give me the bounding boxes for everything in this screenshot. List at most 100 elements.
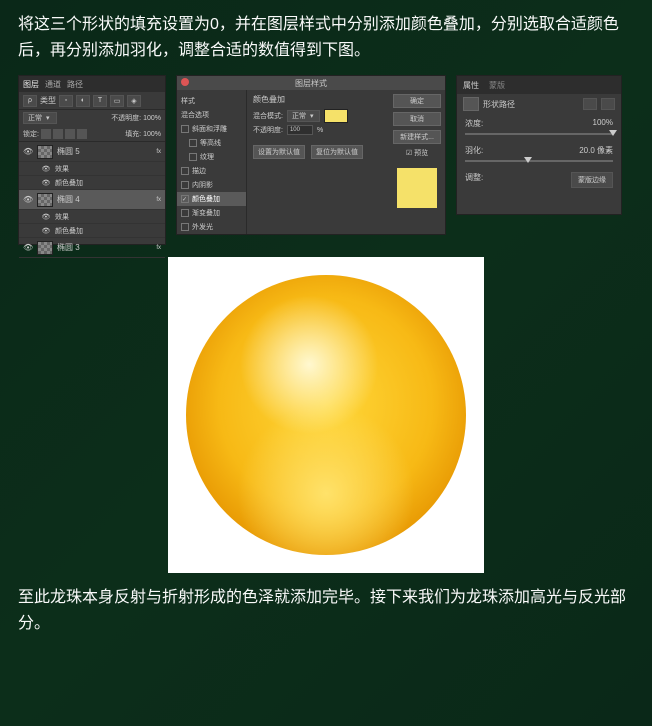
tab-layers[interactable]: 图层: [23, 79, 39, 90]
pixel-mask-icon[interactable]: [583, 98, 597, 110]
style-item[interactable]: 斜面和浮雕: [177, 122, 246, 136]
set-default-button[interactable]: 设置为默认值: [253, 145, 305, 159]
layer-style-dialog: 图层样式 样式 混合选项 斜面和浮雕 等高线 纹理 描边 内阴影 颜色叠加 渐变…: [176, 75, 446, 235]
style-item[interactable]: 描边: [177, 164, 246, 178]
opacity-value[interactable]: 100%: [143, 115, 161, 122]
style-list: 样式 混合选项 斜面和浮雕 等高线 纹理 描边 内阴影 颜色叠加 渐变叠加 外发…: [177, 90, 247, 234]
style-preview-swatch: [397, 168, 437, 208]
opacity-input[interactable]: 100: [287, 125, 313, 135]
close-icon[interactable]: [181, 78, 189, 86]
dialog-titlebar: 图层样式: [177, 76, 445, 90]
pct-label: %: [317, 127, 323, 134]
dialog-actions: 确定 取消 新建样式... ☑ 预览: [389, 90, 445, 234]
refine-row: 调整: 蒙版边缘: [457, 168, 621, 192]
layer-name: 椭圆 4: [57, 194, 80, 205]
filter-smart-icon[interactable]: ◈: [127, 95, 141, 107]
properties-panel: 属性 蒙版 形状路径 浓度: 100% 羽化: 20.0 像素: [456, 75, 622, 215]
density-row: 浓度: 100%: [457, 114, 621, 141]
layer-thumb: [37, 193, 53, 207]
intro-paragraph: 将这三个形状的填充设置为0，并在图层样式中分别添加颜色叠加，分别选取合适颜色后，…: [0, 0, 652, 71]
filter-pixel-icon[interactable]: ▫: [59, 95, 73, 107]
style-item[interactable]: 内阴影: [177, 178, 246, 192]
style-item[interactable]: 样式: [177, 94, 246, 108]
filter-shape-icon[interactable]: ▭: [110, 95, 124, 107]
blend-mode-select[interactable]: 正常▾: [287, 110, 321, 122]
visibility-icon[interactable]: 👁: [23, 243, 33, 252]
new-style-button[interactable]: 新建样式...: [393, 130, 441, 144]
dialog-title-text: 图层样式: [295, 78, 327, 89]
ok-button[interactable]: 确定: [393, 94, 441, 108]
layer-item[interactable]: 👁 椭圆 3 fx: [19, 238, 165, 258]
filter-type-icon[interactable]: T: [93, 95, 107, 107]
style-item[interactable]: 纹理: [177, 150, 246, 164]
dragon-ball-sphere: [186, 275, 466, 555]
layer-item[interactable]: 👁 椭圆 4 fx: [19, 190, 165, 210]
mask-edge-button[interactable]: 蒙版边缘: [571, 172, 613, 188]
reset-default-button[interactable]: 复位为默认值: [311, 145, 363, 159]
lock-pixel-icon[interactable]: [53, 129, 63, 139]
result-preview: [168, 257, 484, 573]
layer-effect-item[interactable]: 👁 效果: [19, 210, 165, 224]
effect-label: 颜色叠加: [55, 178, 83, 188]
style-settings: 颜色叠加 混合模式: 正常▾ 不透明度: 100 % 设置为默认值 复位为默认值: [247, 90, 389, 234]
effect-label: 颜色叠加: [55, 226, 83, 236]
tab-paths[interactable]: 路径: [67, 79, 83, 90]
visibility-icon[interactable]: 👁: [23, 195, 33, 204]
effect-label: 效果: [55, 164, 69, 174]
filter-adjust-icon[interactable]: ◐: [76, 95, 90, 107]
density-value[interactable]: 100%: [593, 118, 613, 129]
tab-channels[interactable]: 通道: [45, 79, 61, 90]
layer-effect-item[interactable]: 👁 效果: [19, 162, 165, 176]
layers-panel: 图层 通道 路径 ρ 类型 ▫ ◐ T ▭ ◈ 正常▾ 不透明度: 100% 锁…: [18, 75, 166, 245]
style-item[interactable]: 外发光: [177, 220, 246, 234]
visibility-icon[interactable]: 👁: [41, 165, 51, 173]
vector-mask-icon[interactable]: [601, 98, 615, 110]
blend-opacity-row: 正常▾ 不透明度: 100%: [19, 110, 165, 126]
visibility-icon[interactable]: 👁: [41, 213, 51, 221]
density-slider[interactable]: [465, 133, 613, 135]
mask-type-label: 形状路径: [483, 99, 515, 110]
lock-pos-icon[interactable]: [65, 129, 75, 139]
style-item[interactable]: 混合选项: [177, 108, 246, 122]
settings-heading: 颜色叠加: [253, 94, 383, 105]
panels-row: 图层 通道 路径 ρ 类型 ▫ ◐ T ▭ ◈ 正常▾ 不透明度: 100% 锁…: [0, 75, 652, 245]
cancel-button[interactable]: 取消: [393, 112, 441, 126]
refine-label: 调整:: [465, 172, 483, 188]
preview-checkbox[interactable]: ☑ 预览: [406, 148, 428, 158]
lock-fill-row: 锁定: 填充: 100%: [19, 126, 165, 142]
fill-label: 填充:: [125, 131, 141, 138]
style-item[interactable]: 渐变叠加: [177, 206, 246, 220]
fx-badge[interactable]: fx: [156, 197, 161, 203]
style-item[interactable]: 等高线: [177, 136, 246, 150]
layer-item[interactable]: 👁 椭圆 5 fx: [19, 142, 165, 162]
props-tab-mask[interactable]: 蒙版: [489, 80, 505, 91]
feather-slider[interactable]: [465, 160, 613, 162]
visibility-icon[interactable]: 👁: [23, 147, 33, 156]
feather-value[interactable]: 20.0 像素: [579, 145, 613, 156]
style-item-color-overlay[interactable]: 颜色叠加: [177, 192, 246, 206]
lock-trans-icon[interactable]: [41, 129, 51, 139]
fx-badge[interactable]: fx: [156, 245, 161, 251]
fill-value[interactable]: 100%: [143, 131, 161, 138]
opacity-label: 不透明度:: [111, 115, 141, 122]
chevron-down-icon: ▾: [46, 114, 50, 122]
filter-kind-dropdown[interactable]: ρ: [23, 95, 37, 107]
mask-icon: [463, 97, 479, 111]
layer-name: 椭圆 3: [57, 242, 80, 253]
lock-all-icon[interactable]: [77, 129, 87, 139]
layer-effect-item[interactable]: 👁 颜色叠加: [19, 224, 165, 238]
layer-thumb: [37, 241, 53, 255]
layer-name: 椭圆 5: [57, 146, 80, 157]
layer-effect-item[interactable]: 👁 颜色叠加: [19, 176, 165, 190]
lock-label: 锁定:: [23, 129, 39, 139]
blend-mode-dropdown[interactable]: 正常▾: [23, 112, 57, 124]
effect-label: 效果: [55, 212, 69, 222]
visibility-icon[interactable]: 👁: [41, 179, 51, 187]
blend-mode-label: 混合模式:: [253, 111, 283, 121]
mask-type-row: 形状路径: [457, 94, 621, 114]
fx-badge[interactable]: fx: [156, 149, 161, 155]
props-title: 属性: [463, 80, 479, 91]
feather-row: 羽化: 20.0 像素: [457, 141, 621, 168]
visibility-icon[interactable]: 👁: [41, 227, 51, 235]
overlay-color-swatch[interactable]: [324, 109, 348, 123]
